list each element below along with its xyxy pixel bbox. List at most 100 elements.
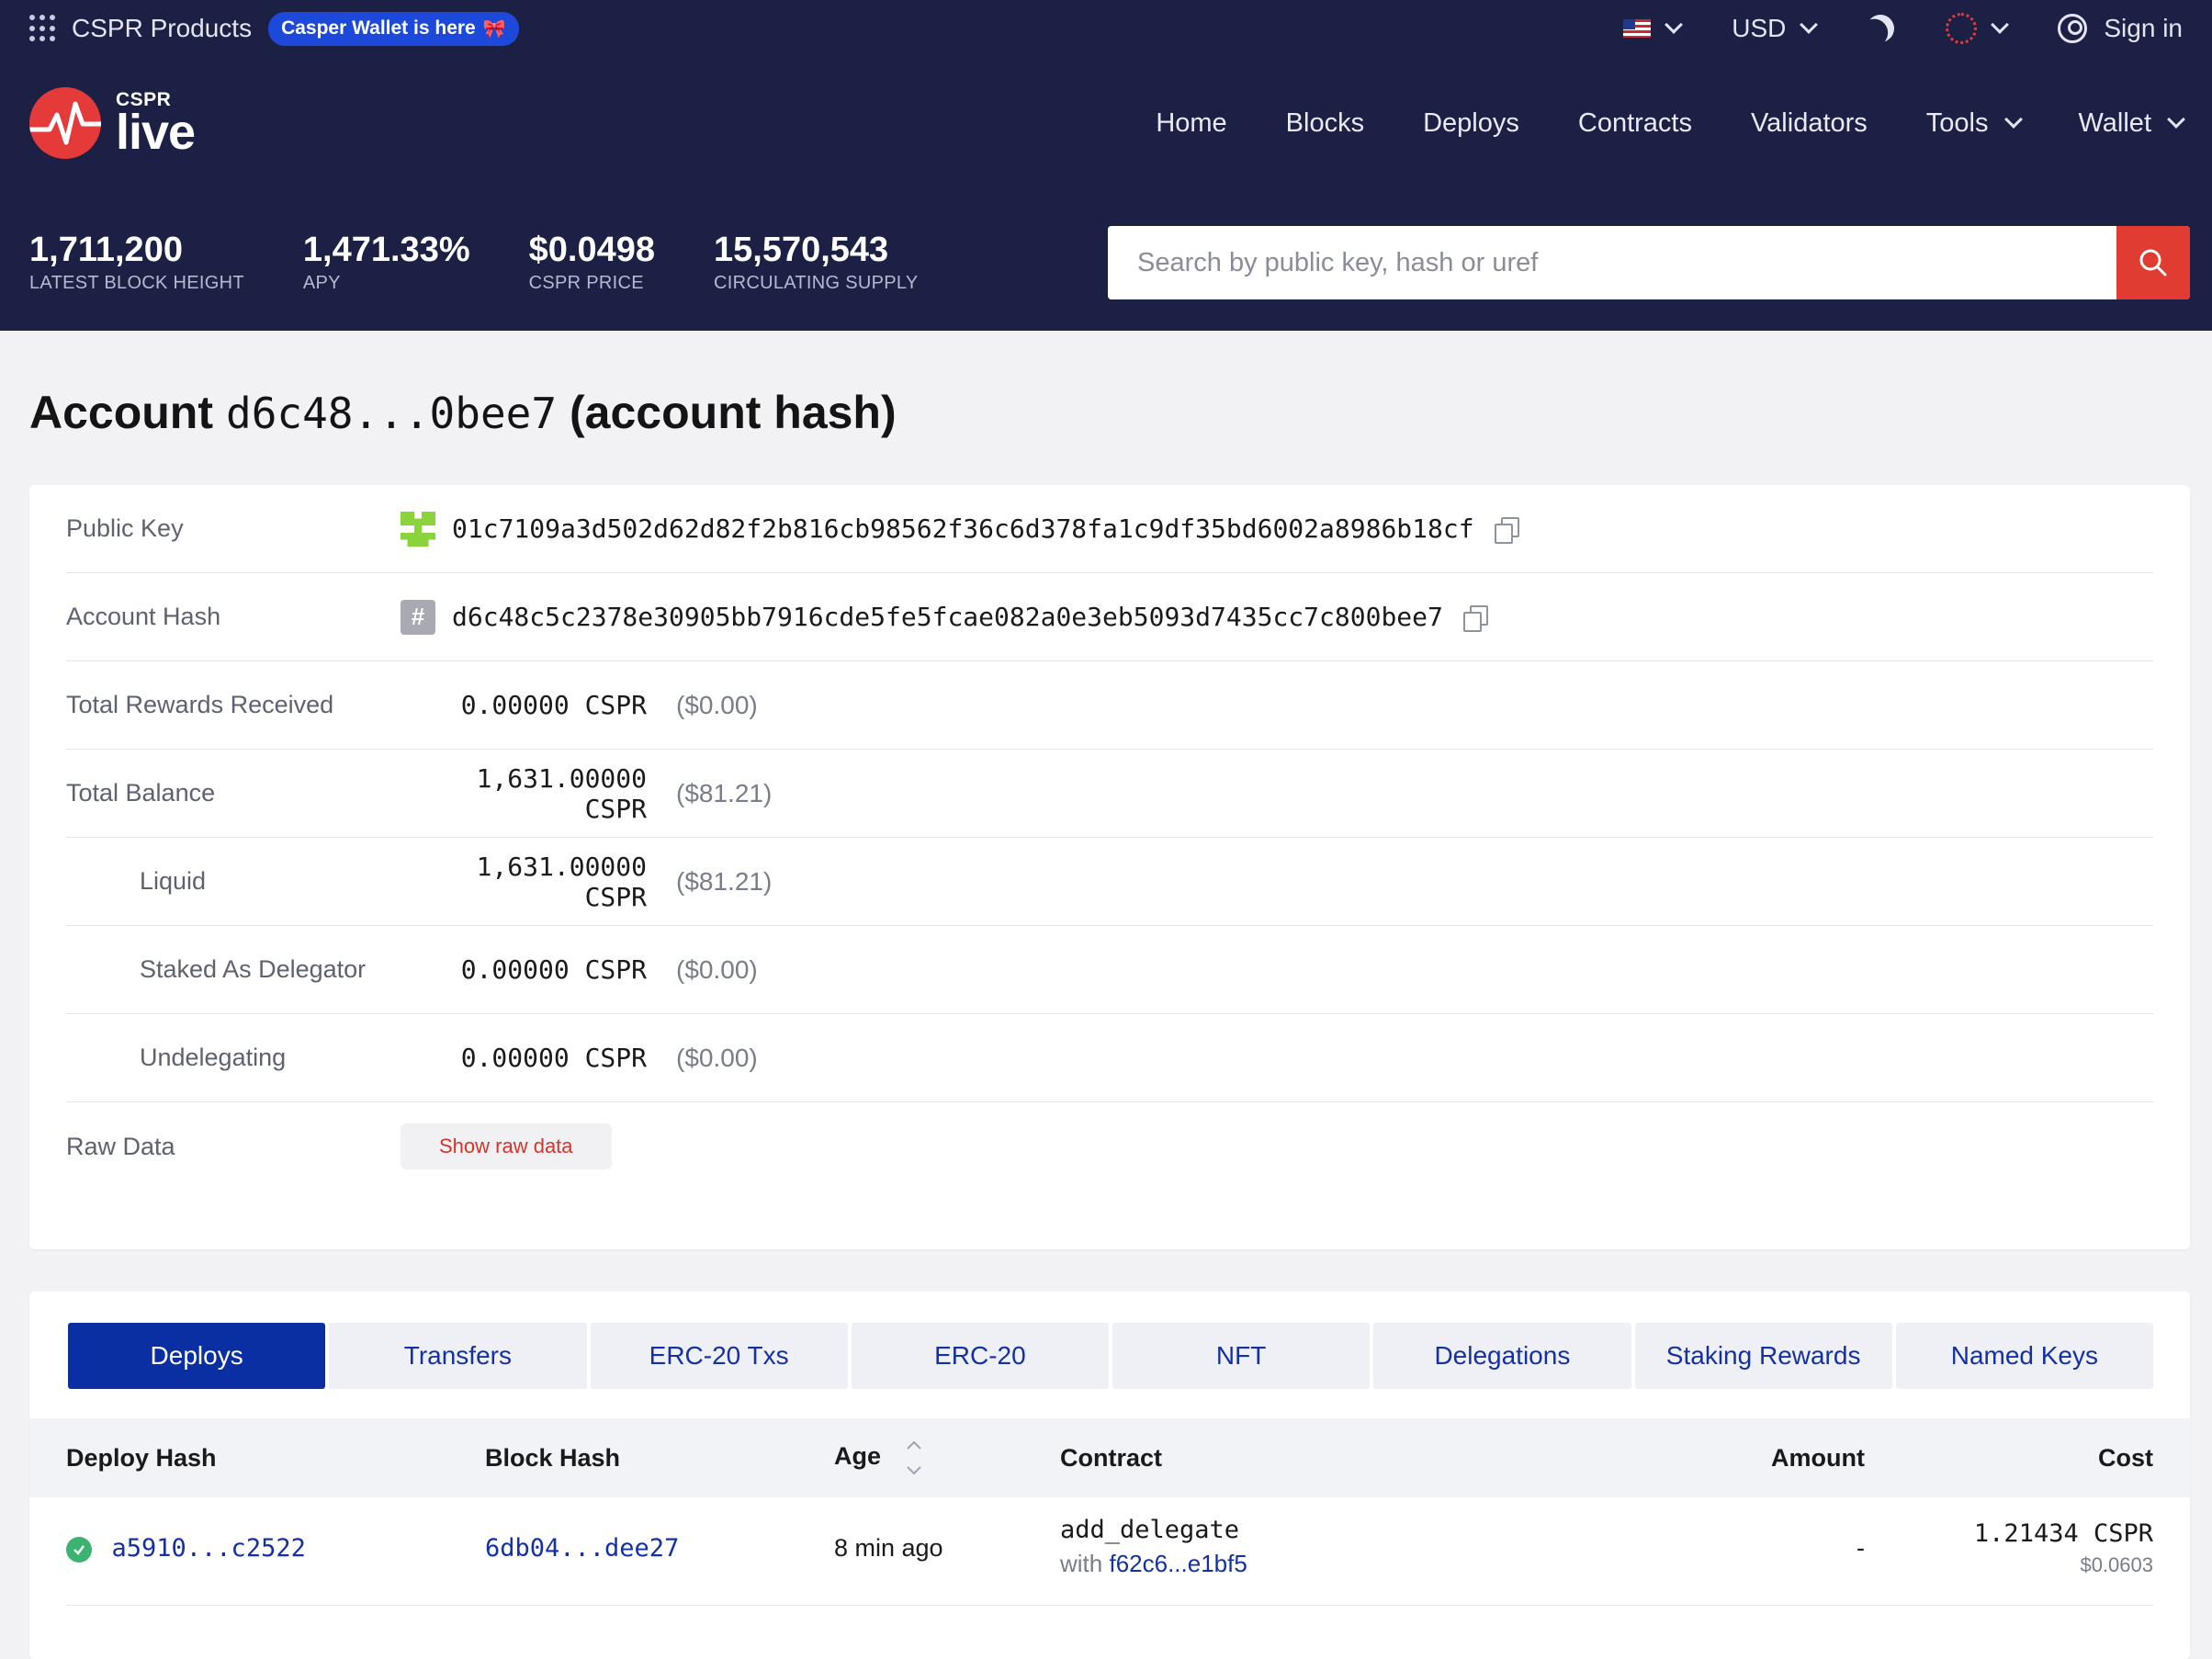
copy-icon[interactable] [1462,604,1488,632]
promo-badge-label: Casper Wallet is here [281,17,476,39]
apps-grid-icon[interactable] [29,15,57,42]
liquid-usd: ($81.21) [676,866,773,896]
logo[interactable]: CSPR live [29,87,196,159]
title-suffix: (account hash) [570,387,897,438]
detail-label: Staked As Delegator [140,955,367,983]
stat-value: 1,711,200 [29,230,183,269]
nav-tools[interactable]: Tools [1926,108,2023,139]
stat-label: CSPR PRICE [528,273,644,294]
stat-value: $0.0498 [528,230,655,269]
deploy-hash-link[interactable]: a5910...c2522 [112,1534,306,1563]
copy-icon[interactable] [1494,516,1519,544]
chevron-down-icon [2003,110,2023,129]
staked-amount: 0.00000 CSPR [460,954,647,985]
network-selector[interactable] [1946,13,2010,44]
tab-nft[interactable]: NFT [1112,1323,1371,1389]
stat-label: APY [302,273,341,294]
detail-label: Account Hash [66,603,221,630]
detail-label: Undelegating [140,1044,287,1071]
tab-deploys[interactable]: Deploys [68,1323,326,1389]
contract-entry-point: add_delegate [1060,1516,1240,1544]
moon-icon [1863,11,1898,46]
language-selector[interactable] [1623,16,1684,38]
page-title: Account d6c48...0bee7 (account hash) [29,386,897,439]
nav-wallet[interactable]: Wallet [2078,107,2185,139]
network-icon [1946,13,1978,44]
nav-row: CSPR live Home Blocks Deploys Contracts … [0,50,2212,197]
undelegating-amount: 0.00000 CSPR [460,1043,647,1073]
tab-staking-rewards[interactable]: Staking Rewards [1634,1323,1892,1389]
top-bar: CSPR Products Casper Wallet is here 🎀 US… [0,0,2212,57]
tab-bar: Deploys Transfers ERC-20 Txs ERC-20 NFT … [68,1323,2153,1389]
theme-toggle[interactable] [1867,15,1894,42]
column-header-age[interactable]: Age [834,1436,923,1480]
search-bar [1108,226,2190,299]
detail-label: Total Balance [66,779,216,807]
nav-wallet-label: Wallet [2078,107,2152,138]
search-input[interactable] [1108,226,2116,299]
column-header-contract: Contract [1060,1443,1163,1472]
user-icon [2058,14,2088,43]
detail-row-rewards: Total Rewards Received 0.00000 CSPR ($0.… [66,661,2153,750]
stat-label: CIRCULATING SUPPLY [714,273,919,294]
detail-row-account-hash: Account Hash # d6c48c5c2378e30905bb7916c… [66,573,2153,661]
tab-named-keys[interactable]: Named Keys [1895,1323,2153,1389]
stat-value: 1,471.33% [302,230,470,269]
stats-row: 1,711,200 LATEST BLOCK HEIGHT 1,471.33% … [29,226,2190,299]
contract-hash-link[interactable]: f62c6...e1bf5 [1109,1550,1247,1577]
sign-in-button[interactable]: Sign in [2058,14,2183,43]
stat-price: $0.0498 CSPR PRICE [529,231,655,295]
activity-card: Deploys Transfers ERC-20 Txs ERC-20 NFT … [29,1292,2190,1659]
title-prefix: Account [29,387,213,438]
nav-contracts[interactable]: Contracts [1578,108,1692,139]
public-key-value: 01c7109a3d502d62d82f2b816cb98562f36c6d37… [452,514,1474,544]
tab-transfers[interactable]: Transfers [329,1323,587,1389]
tab-erc20[interactable]: ERC-20 [851,1323,1109,1389]
deploy-hash-cell: a5910...c2522 [66,1534,306,1563]
stat-apy: 1,471.33% APY [303,231,470,295]
balance-amount: 1,631.00000 CSPR [476,762,647,824]
column-header-amount: Amount [1771,1443,1865,1472]
detail-label: Total Rewards Received [66,691,334,718]
contract-cell: add_delegate with f62c6...e1bf5 [1060,1516,1247,1578]
account-hash-value: d6c48c5c2378e30905bb7916cde5fe5fcae082a0… [452,602,1443,632]
cost-cell: 1.21434 CSPR $0.0603 [1974,1519,2153,1577]
rewards-usd: ($0.00) [676,690,758,719]
gift-icon: 🎀 [482,18,506,40]
cost-usd: $0.0603 [2080,1553,2153,1576]
currency-label: USD [1732,14,1787,42]
promo-badge[interactable]: Casper Wallet is here 🎀 [268,11,519,46]
sign-in-label: Sign in [2104,14,2183,42]
age-cell: 8 min ago [834,1534,943,1562]
column-header-deploy-hash: Deploy Hash [66,1443,217,1472]
detail-label: Public Key [66,514,184,542]
nav-deploys[interactable]: Deploys [1423,108,1519,139]
products-menu[interactable]: CSPR Products [72,14,252,43]
site-header: CSPR Products Casper Wallet is here 🎀 US… [0,0,2212,331]
nav-validators[interactable]: Validators [1751,108,1868,139]
block-hash-link[interactable]: 6db04...dee27 [485,1534,679,1563]
tab-erc20-txs[interactable]: ERC-20 Txs [590,1323,848,1389]
rewards-amount: 0.00000 CSPR [460,690,647,720]
show-raw-data-button[interactable]: Show raw data [401,1123,612,1169]
nav-home[interactable]: Home [1156,108,1226,139]
tab-delegations[interactable]: Delegations [1373,1323,1631,1389]
stat-block-height: 1,711,200 LATEST BLOCK HEIGHT [29,231,244,295]
search-button[interactable] [2116,226,2190,299]
chevron-down-icon [1800,16,1819,34]
detail-row-public-key: Public Key 01c7109a3d502d62d82f2b816cb98… [66,485,2153,573]
currency-selector[interactable]: USD [1732,14,1819,43]
us-flag-icon [1623,19,1652,38]
cspr-logo-icon [29,87,101,159]
age-header-label: Age [834,1442,882,1471]
chevron-down-icon [2167,110,2185,129]
liquid-amount: 1,631.00000 CSPR [476,851,647,912]
nav-blocks[interactable]: Blocks [1286,108,1364,139]
search-icon [2139,249,2167,276]
cost-value: 1.21434 CSPR [1973,1519,2153,1548]
chevron-down-icon [1665,16,1684,34]
sort-icon [906,1440,921,1475]
column-header-cost: Cost [2098,1443,2153,1472]
table-header: Deploy Hash Block Hash Age Contract Amou… [29,1418,2190,1497]
amount-cell: - [1856,1534,1865,1562]
